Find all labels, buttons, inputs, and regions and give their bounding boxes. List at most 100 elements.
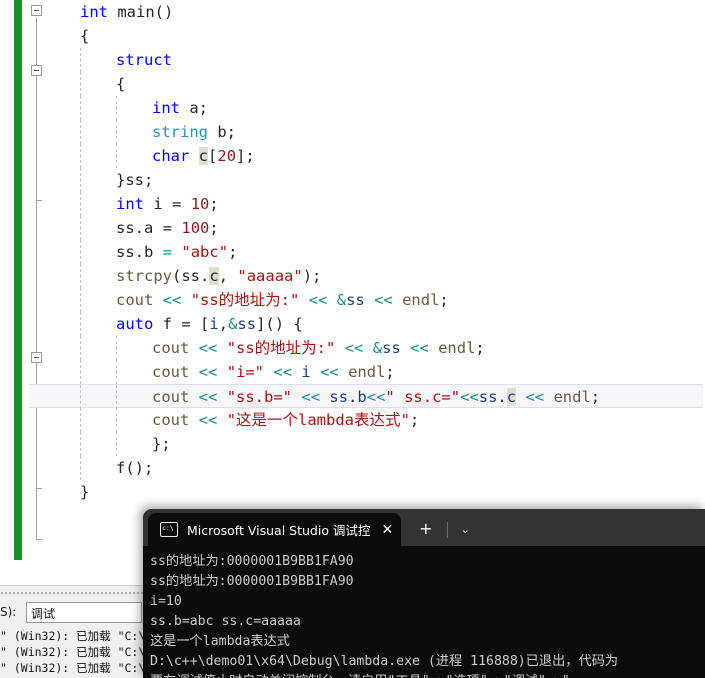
code-line[interactable]: strcpy(ss.c, "aaaaa"); bbox=[48, 264, 705, 288]
code-token: c bbox=[198, 147, 209, 165]
indent-guide bbox=[80, 408, 81, 432]
code-token: [ bbox=[208, 147, 218, 165]
outline-collapse-box-lambda[interactable] bbox=[31, 352, 42, 363]
code-token: ss bbox=[478, 388, 498, 406]
code-token: . bbox=[497, 388, 507, 406]
indent-guide bbox=[116, 360, 117, 384]
code-line[interactable]: { bbox=[48, 72, 705, 96]
code-token: () bbox=[154, 3, 174, 21]
code-line[interactable]: cout << "这是一个lambda表达式"; bbox=[48, 408, 705, 432]
code-line[interactable]: } bbox=[48, 480, 705, 504]
console-output-line: i=10 bbox=[150, 594, 182, 609]
outline-collapse-box-main[interactable] bbox=[31, 5, 42, 16]
code-line[interactable]: }; bbox=[48, 432, 705, 456]
indent-guide bbox=[80, 96, 81, 120]
indent-guide bbox=[80, 48, 81, 72]
code-line[interactable]: auto f = [i,&ss]() { bbox=[48, 312, 705, 336]
output-source-combobox[interactable]: 调试 bbox=[26, 602, 142, 623]
code-token: "i=" bbox=[226, 363, 265, 381]
code-token: ; bbox=[475, 339, 485, 357]
code-token: . bbox=[134, 219, 145, 237]
code-line[interactable]: cout << "ss的地址为:" << &ss << endl; bbox=[48, 288, 705, 312]
outline-collapse-box-struct[interactable] bbox=[31, 65, 42, 76]
code-line[interactable]: cout << "i=" << i << endl; bbox=[48, 360, 705, 384]
indent-guide bbox=[80, 432, 81, 456]
code-line[interactable]: int a; bbox=[48, 96, 705, 120]
code-token: "ss的地址为:" bbox=[190, 291, 300, 309]
console-tab-title: Microsoft Visual Studio 调试控 bbox=[187, 523, 371, 538]
code-line-text: { bbox=[116, 75, 125, 93]
code-token: << bbox=[273, 363, 293, 381]
indent-guide bbox=[80, 312, 81, 336]
code-editor-pane[interactable]: int main(){struct{int a; string b; char c[… bbox=[0, 0, 705, 585]
code-line[interactable]: int i = 10; bbox=[48, 192, 705, 216]
code-line[interactable]: cout << "ss.b=" << ss.b<<" ss.c="<<ss.c … bbox=[30, 384, 703, 409]
code-line[interactable]: { bbox=[48, 24, 705, 48]
code-token: ; bbox=[228, 243, 238, 261]
code-token: ( bbox=[172, 267, 182, 285]
code-line[interactable]: struct bbox=[48, 48, 705, 72]
code-token: & bbox=[372, 339, 383, 357]
indent-guide bbox=[116, 408, 117, 432]
code-token: i bbox=[209, 315, 219, 333]
code-line[interactable]: ss.a = 100; bbox=[48, 216, 705, 240]
indent-guide bbox=[80, 192, 81, 216]
code-token: } bbox=[116, 171, 126, 189]
console-output-line: D:\c++\demo01\x64\Debug\lambda.exe (进程 1… bbox=[150, 654, 619, 669]
code-line[interactable]: }ss; bbox=[48, 168, 705, 192]
console-output-line: 要在调试停止时自动关闭控制台，请启用"工具"->"选项"->"调试"->" bbox=[150, 672, 705, 678]
code-token: char bbox=[152, 147, 190, 165]
code-token: ss bbox=[382, 339, 401, 357]
outline-end-tick-lambda bbox=[36, 488, 42, 489]
console-output-line: 这是一个lambda表达式 bbox=[150, 634, 290, 649]
code-token: int bbox=[80, 3, 108, 21]
code-line[interactable]: ss.b = "abc"; bbox=[48, 240, 705, 264]
indent-guide bbox=[116, 336, 117, 360]
close-icon[interactable]: ✕ bbox=[381, 523, 393, 537]
code-token: "ss的地址为:" bbox=[226, 339, 336, 357]
code-token: << bbox=[410, 339, 429, 357]
chevron-down-icon[interactable]: ⌄ bbox=[461, 523, 470, 536]
code-token: b; bbox=[217, 123, 237, 141]
indent-guide bbox=[116, 96, 117, 120]
console-titlebar[interactable]: Microsoft Visual Studio 调试控 ✕ + ⌄ bbox=[143, 509, 705, 546]
code-token: ss bbox=[116, 243, 135, 261]
code-token: " ss.c=" bbox=[385, 388, 461, 406]
code-line-text: int i = 10; bbox=[116, 195, 219, 213]
outlining-margin[interactable] bbox=[26, 0, 48, 585]
code-text-area[interactable]: int main(){struct{int a; string b; char c[… bbox=[30, 0, 705, 585]
code-token: { bbox=[116, 75, 126, 93]
code-line[interactable]: cout << "ss的地址为:" << &ss << endl; bbox=[48, 336, 705, 360]
code-line-text: }ss; bbox=[116, 171, 153, 189]
code-line[interactable]: string b; bbox=[48, 120, 705, 144]
code-line[interactable]: char c[20]; bbox=[48, 144, 705, 168]
debug-console-window[interactable]: Microsoft Visual Studio 调试控 ✕ + ⌄ ss的地址为… bbox=[143, 509, 705, 678]
code-line-text: cout << "i=" << i << endl; bbox=[152, 363, 395, 381]
code-token: = bbox=[172, 195, 182, 213]
indent-guide bbox=[116, 144, 117, 168]
console-output-text: ss的地址为:0000001B9BB1FA90 ss的地址为:0000001B9B… bbox=[143, 546, 705, 678]
code-line[interactable]: int main() bbox=[48, 0, 705, 24]
code-token: auto bbox=[116, 315, 154, 333]
code-token: cout bbox=[152, 388, 190, 406]
code-token: cout bbox=[152, 411, 190, 429]
code-token: f bbox=[116, 459, 126, 477]
code-token: , bbox=[218, 267, 238, 285]
code-token: c bbox=[209, 267, 219, 285]
new-tab-icon[interactable]: + bbox=[419, 521, 432, 537]
code-line[interactable]: f(); bbox=[48, 456, 705, 480]
console-tab[interactable]: Microsoft Visual Studio 调试控 ✕ bbox=[148, 513, 402, 546]
code-line-text: ss.a = 100; bbox=[116, 219, 219, 237]
